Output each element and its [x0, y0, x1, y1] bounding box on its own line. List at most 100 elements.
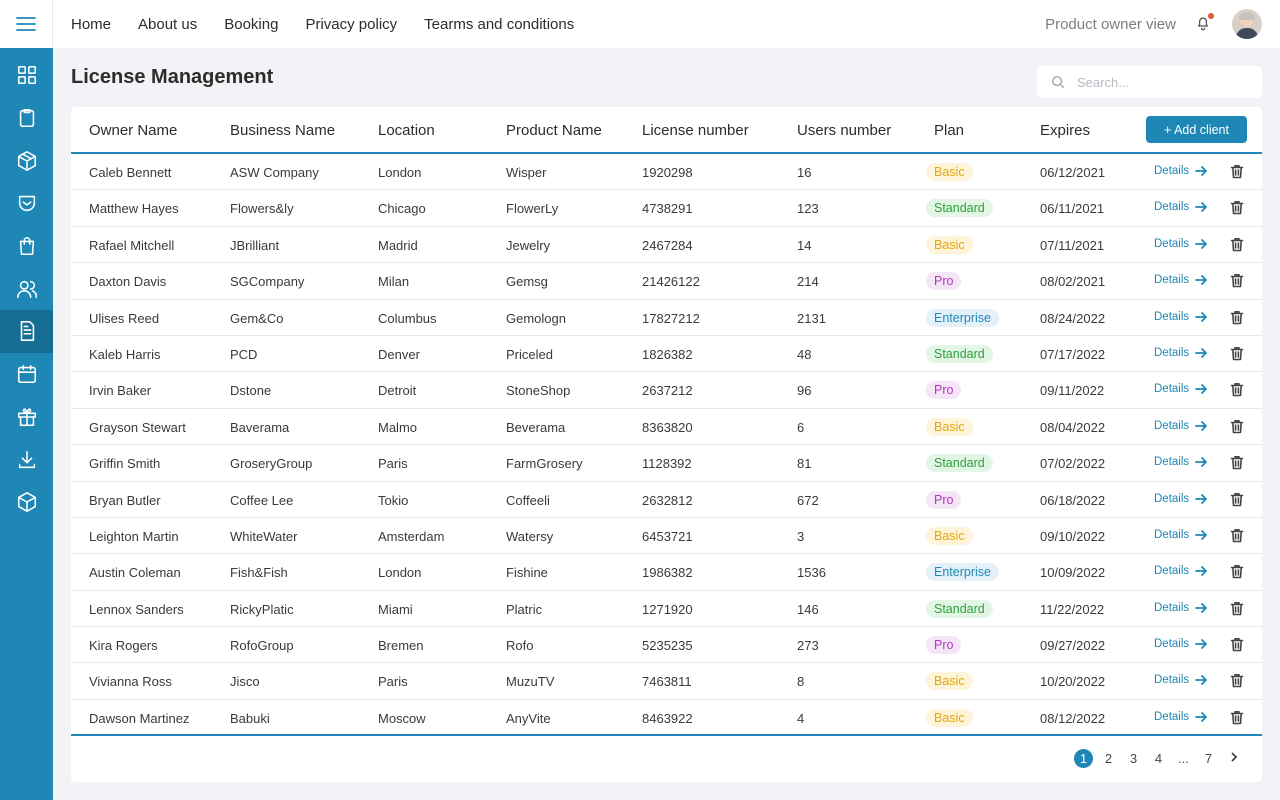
- business-name: ASW Company: [230, 165, 319, 180]
- details-link[interactable]: Details: [1154, 456, 1208, 468]
- delete-button[interactable]: [1230, 382, 1244, 400]
- details-link[interactable]: Details: [1154, 238, 1208, 250]
- delete-button[interactable]: [1230, 710, 1244, 728]
- next-page-button[interactable]: [1218, 751, 1240, 766]
- trash-icon: [1230, 565, 1244, 579]
- details-link[interactable]: Details: [1154, 529, 1208, 541]
- arrow-right-icon: [1195, 384, 1208, 395]
- product-name: StoneShop: [506, 383, 571, 399]
- details-link[interactable]: Details: [1154, 383, 1208, 395]
- column-header-owner-name[interactable]: Owner Name: [89, 122, 177, 139]
- delete-button[interactable]: [1230, 601, 1244, 619]
- details-link[interactable]: Details: [1154, 419, 1208, 432]
- view-mode-label[interactable]: Product owner view: [1045, 16, 1176, 33]
- table-row: Bryan Butler Coffee Lee Tokio Coffeeli 26328…: [71, 482, 1262, 518]
- sidebar-item-calendar[interactable]: [0, 353, 53, 396]
- calendar-icon: [17, 365, 36, 384]
- column-header-users-number[interactable]: Users number: [797, 122, 891, 139]
- plan-badge: Pro: [926, 636, 962, 655]
- details-link[interactable]: Details: [1154, 311, 1208, 323]
- sidebar-item-download[interactable]: [0, 438, 53, 481]
- location: Paris: [378, 456, 408, 472]
- column-header-plan[interactable]: Plan: [934, 122, 964, 139]
- business-name: JBrilliant: [230, 237, 280, 253]
- notifications-button[interactable]: [1194, 13, 1214, 34]
- details-label: Details: [1154, 201, 1190, 214]
- column-header-product-name[interactable]: Product Name: [506, 122, 602, 139]
- nav-link-home[interactable]: Home: [71, 16, 111, 33]
- delete-button[interactable]: [1230, 564, 1244, 582]
- location: Tokio: [378, 492, 409, 508]
- location: London: [378, 165, 422, 180]
- delete-button[interactable]: [1230, 637, 1244, 655]
- users-icon: [16, 280, 37, 298]
- details-label: Details: [1154, 419, 1190, 432]
- nav-link-privacy-policy[interactable]: Privacy policy: [305, 16, 397, 33]
- product-name: Wisper: [506, 165, 547, 180]
- sidebar-item-gift[interactable]: [0, 396, 53, 439]
- owner-name: Kira Rogers: [89, 638, 158, 654]
- details-link[interactable]: Details: [1154, 711, 1208, 723]
- delete-button[interactable]: [1230, 310, 1244, 328]
- delete-button[interactable]: [1230, 673, 1244, 691]
- users-number: 146: [797, 601, 819, 617]
- delete-button[interactable]: [1230, 200, 1244, 218]
- plan-badge: Pro: [926, 381, 962, 400]
- arrow-right-icon: [1195, 602, 1208, 613]
- trash-icon: [1230, 492, 1244, 506]
- business-name: Flowers&ly: [230, 201, 294, 217]
- product-name: Platric: [506, 601, 543, 617]
- column-header-license-number[interactable]: License number: [642, 122, 749, 139]
- delete-button[interactable]: [1230, 346, 1244, 364]
- trash-icon: [1230, 528, 1244, 543]
- menu-toggle[interactable]: [0, 0, 53, 48]
- details-link[interactable]: Details: [1154, 638, 1208, 650]
- details-link[interactable]: Details: [1154, 347, 1208, 359]
- column-header-expires[interactable]: Expires: [1040, 122, 1090, 139]
- details-link[interactable]: Details: [1154, 493, 1208, 505]
- top-bar: Home About us Booking Privacy policy Tearms …: [53, 0, 1280, 48]
- delete-button[interactable]: [1230, 273, 1244, 291]
- sidebar-item-bag[interactable]: [0, 225, 53, 268]
- delete-button[interactable]: [1230, 492, 1244, 510]
- details-link[interactable]: Details: [1154, 201, 1208, 214]
- add-client-button[interactable]: + Add client: [1146, 116, 1247, 143]
- nav-link-about-us[interactable]: About us: [138, 16, 197, 33]
- details-link[interactable]: Details: [1154, 274, 1208, 286]
- sidebar-item-shield[interactable]: [0, 182, 53, 225]
- sidebar-item-cube[interactable]: [0, 139, 53, 182]
- details-link[interactable]: Details: [1154, 165, 1208, 177]
- plan-badge: Enterprise: [926, 563, 999, 582]
- page-4[interactable]: 4: [1149, 749, 1168, 768]
- sidebar-item-users[interactable]: [0, 267, 53, 310]
- page-2[interactable]: 2: [1099, 749, 1118, 768]
- column-header-business-name[interactable]: Business Name: [230, 122, 335, 139]
- expires: 07/17/2022: [1040, 346, 1106, 362]
- expires: 11/22/2022: [1040, 601, 1105, 617]
- page-7[interactable]: 7: [1199, 749, 1218, 768]
- page-3[interactable]: 3: [1124, 749, 1143, 768]
- avatar[interactable]: [1232, 9, 1262, 39]
- product-name: Rofo: [506, 638, 534, 654]
- main-nav: Home About us Booking Privacy policy Tearms …: [71, 16, 601, 33]
- owner-name: Lennox Sanders: [89, 601, 184, 617]
- delete-button[interactable]: [1230, 237, 1244, 255]
- delete-button[interactable]: [1230, 455, 1244, 473]
- page-1[interactable]: 1: [1074, 749, 1093, 768]
- search-box[interactable]: [1037, 66, 1262, 98]
- sidebar-item-clipboard[interactable]: [0, 97, 53, 140]
- details-link[interactable]: Details: [1154, 565, 1208, 577]
- sidebar-item-grid[interactable]: [0, 54, 53, 97]
- sidebar-item-document[interactable]: [0, 310, 53, 353]
- column-header-location[interactable]: Location: [378, 122, 435, 139]
- nav-link-tearms-and-conditions[interactable]: Tearms and conditions: [424, 16, 574, 33]
- arrow-right-icon: [1195, 202, 1208, 213]
- details-link[interactable]: Details: [1154, 602, 1208, 614]
- nav-link-booking[interactable]: Booking: [224, 16, 278, 33]
- details-link[interactable]: Details: [1154, 674, 1208, 686]
- delete-button[interactable]: [1230, 419, 1244, 437]
- search-input[interactable]: [1077, 74, 1247, 90]
- sidebar-item-box[interactable]: [0, 481, 53, 524]
- delete-button[interactable]: [1230, 528, 1244, 546]
- delete-button[interactable]: [1230, 164, 1244, 182]
